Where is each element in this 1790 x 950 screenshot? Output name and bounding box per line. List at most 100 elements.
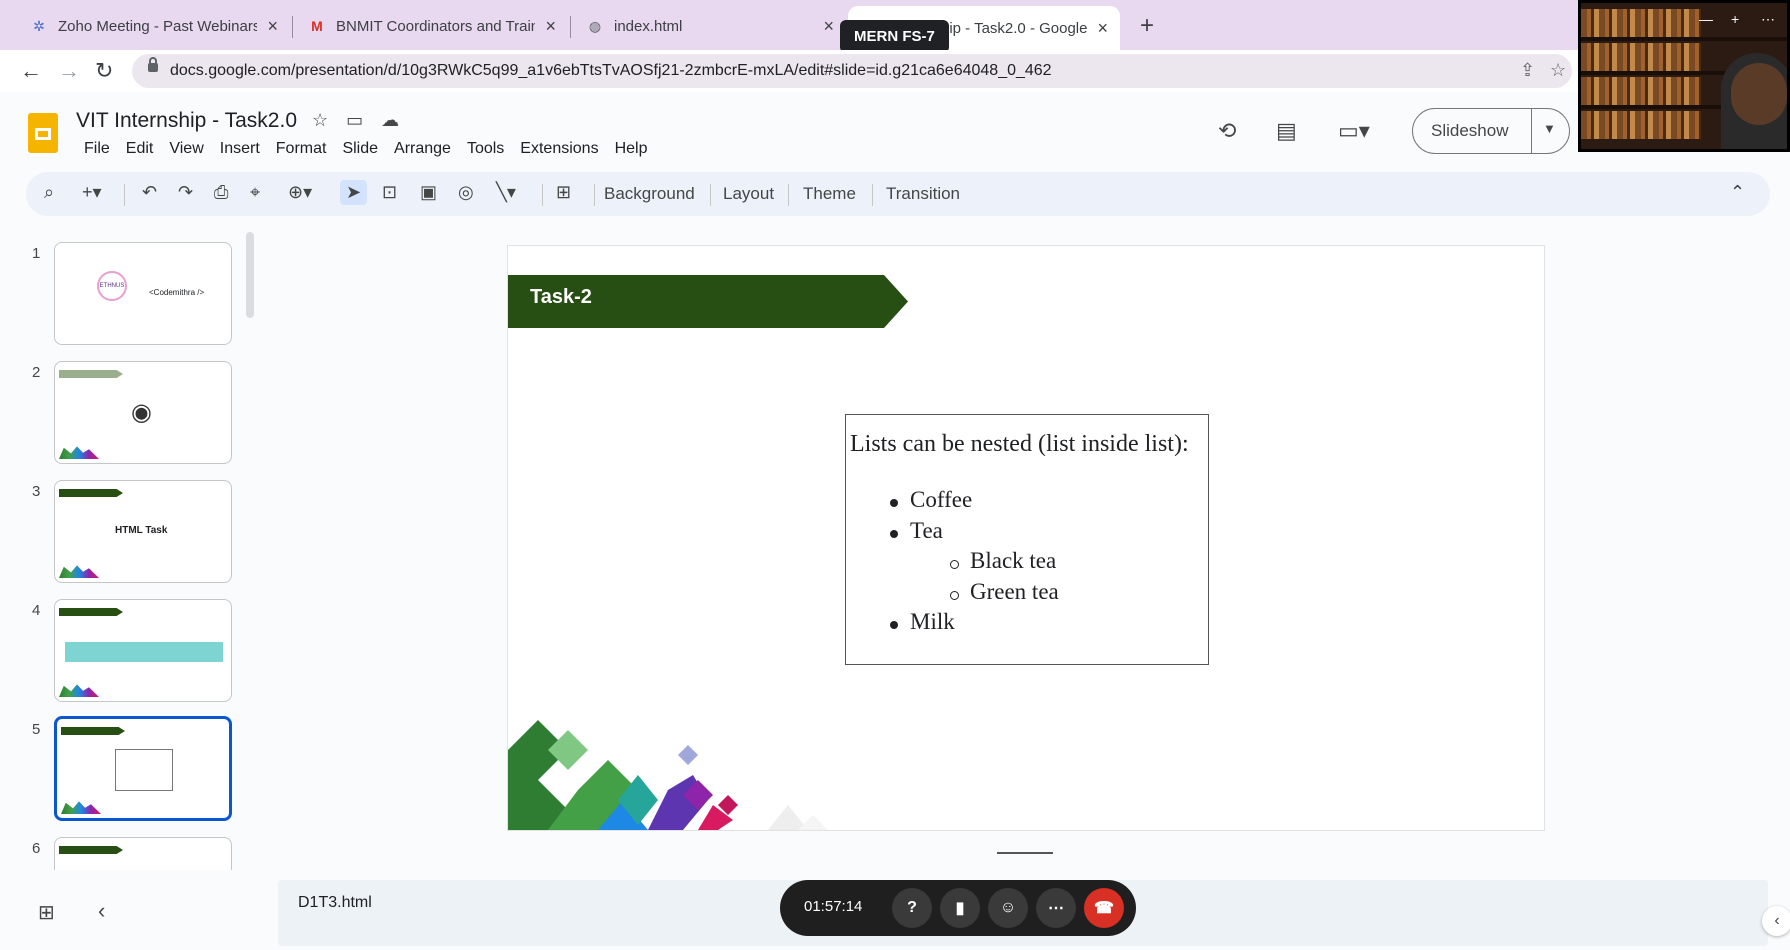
menu-insert[interactable]: Insert: [212, 138, 268, 160]
close-tab-icon[interactable]: ×: [823, 16, 834, 37]
undo-icon[interactable]: ↶: [142, 182, 157, 203]
menu-edit[interactable]: Edit: [118, 138, 162, 160]
sub-list-item: Green tea: [970, 579, 1059, 604]
menu-help[interactable]: Help: [607, 138, 656, 160]
print-icon[interactable]: ⎙: [214, 182, 228, 203]
new-tab-icon[interactable]: +: [1140, 12, 1154, 40]
zoom-icon[interactable]: ⊕▾: [288, 182, 312, 203]
slideshow-label: Slideshow: [1431, 121, 1509, 140]
forward-icon[interactable]: →: [58, 58, 80, 84]
shape-icon[interactable]: ◎: [458, 182, 474, 203]
ethnus-logo: ETHNUS: [97, 271, 127, 301]
close-tab-icon[interactable]: ×: [1097, 18, 1108, 39]
version-history-icon[interactable]: ⟲: [1218, 118, 1236, 144]
bookshelf-row: [1581, 111, 1701, 139]
slide-thumbnail-3[interactable]: HTML Task: [54, 480, 232, 583]
background-button[interactable]: Background: [604, 184, 695, 204]
participant-face: [1731, 63, 1787, 125]
hidden-slide-icon: ◉: [131, 399, 152, 426]
collapse-filmstrip-icon[interactable]: ‹: [98, 898, 105, 924]
slideshow-button[interactable]: Slideshow ▼: [1412, 108, 1570, 154]
tab-separator: [292, 16, 293, 38]
bullet-dot: [890, 499, 898, 507]
omnibox[interactable]: docs.google.com/presentation/d/10g3RWkC5…: [132, 54, 1572, 88]
slide-thumbnail-4[interactable]: [54, 599, 232, 702]
notes-resize-handle[interactable]: [997, 852, 1053, 854]
toolbar-separator: [710, 184, 711, 206]
star-icon[interactable]: ☆: [312, 110, 328, 131]
filmstrip-scrollbar[interactable]: [246, 232, 254, 318]
menu-slide[interactable]: Slide: [334, 138, 386, 160]
theme-button[interactable]: Theme: [803, 184, 856, 204]
grid-view-icon[interactable]: ⊞: [38, 900, 55, 925]
task-title[interactable]: Task-2: [530, 286, 592, 309]
help-icon[interactable]: ?: [892, 888, 932, 928]
address-bar-row: ← → ↻ docs.google.com/presentation/d/10g…: [0, 50, 1790, 92]
tab-zoho-meeting[interactable]: ✲ Zoho Meeting - Past Webinars ×: [18, 8, 290, 44]
menu-format[interactable]: Format: [268, 138, 335, 160]
image-icon[interactable]: ▣: [420, 182, 437, 203]
meet-camera-icon[interactable]: ▭▾: [1338, 118, 1370, 144]
chevron-down-icon[interactable]: ▼: [1543, 121, 1556, 136]
cloud-saved-icon[interactable]: ☁: [381, 110, 399, 131]
move-folder-icon[interactable]: ▭: [346, 110, 363, 131]
menu-extensions[interactable]: Extensions: [512, 138, 606, 160]
back-icon[interactable]: ←: [20, 58, 42, 84]
reload-icon[interactable]: ↻: [95, 58, 113, 84]
new-slide-icon[interactable]: +▾: [82, 182, 102, 203]
slideshow-divider: [1531, 109, 1532, 153]
search-menus-icon[interactable]: ⌕: [44, 182, 54, 203]
line-icon[interactable]: ╲▾: [496, 182, 516, 203]
list-item: Coffee: [910, 487, 973, 512]
paint-format-icon[interactable]: ⌖: [250, 182, 260, 203]
slide-number: 4: [32, 602, 41, 619]
slide-thumbnail-5[interactable]: [54, 716, 232, 821]
menu-view[interactable]: View: [161, 138, 211, 160]
comments-icon[interactable]: ▤: [1276, 118, 1297, 144]
url-text[interactable]: docs.google.com/presentation/d/10g3RWkC5…: [170, 62, 1052, 80]
add-comment-icon[interactable]: ⊞: [556, 182, 571, 203]
collapse-toolbar-icon[interactable]: ⌃: [1730, 182, 1745, 203]
tab-title: BNMIT Coordinators and Trainers: [336, 17, 536, 35]
slide-thumbnail-6[interactable]: [54, 837, 232, 870]
menu-arrange[interactable]: Arrange: [386, 138, 459, 160]
text-box-icon[interactable]: ⊡: [382, 182, 397, 203]
sub-list-item: Black tea: [970, 548, 1057, 573]
tab-title: Zoho Meeting - Past Webinars: [58, 17, 258, 35]
share-icon[interactable]: ⇪: [1520, 60, 1535, 81]
tab-index-html[interactable]: ◍ index.html ×: [574, 8, 846, 44]
toolbar-separator: [124, 184, 125, 206]
more-icon[interactable]: ⋯: [1761, 11, 1775, 28]
participants-icon[interactable]: ☺: [988, 888, 1028, 928]
title-actions: ☆ ▭ ☁: [312, 110, 399, 131]
slide-thumbnail-1[interactable]: ETHNUS <Codemithra />: [54, 242, 232, 345]
poll-icon[interactable]: ▮: [940, 888, 980, 928]
close-tab-icon[interactable]: ×: [267, 16, 278, 37]
side-panel-toggle-icon[interactable]: ‹: [1762, 906, 1790, 936]
layout-button[interactable]: Layout: [723, 184, 774, 204]
expand-icon[interactable]: +: [1731, 11, 1739, 27]
bookmark-star-icon[interactable]: ☆: [1550, 60, 1566, 81]
tab-gmail[interactable]: M BNMIT Coordinators and Trainers ×: [296, 8, 568, 44]
nested-list-image[interactable]: Lists can be nested (list inside list): …: [845, 414, 1209, 665]
bookshelf-row: [1581, 9, 1701, 37]
toolbar-separator: [872, 184, 873, 206]
select-cursor-icon[interactable]: ➤: [340, 180, 368, 205]
minimize-icon[interactable]: —: [1699, 11, 1713, 27]
menu-file[interactable]: File: [76, 138, 118, 160]
slides-logo-icon[interactable]: [28, 113, 58, 153]
slide-canvas[interactable]: Task-2 Lists can be nested (list inside …: [507, 245, 1545, 831]
more-options-icon[interactable]: ⋯: [1036, 888, 1076, 928]
notes-text[interactable]: D1T3.html: [298, 894, 372, 912]
participant-video[interactable]: — + ⋯: [1578, 0, 1790, 152]
document-title[interactable]: VIT Internship - Task2.0: [76, 109, 297, 133]
menu-tools[interactable]: Tools: [459, 138, 512, 160]
close-tab-icon[interactable]: ×: [545, 16, 556, 37]
transition-button[interactable]: Transition: [886, 184, 960, 204]
browser-tab-strip: ✲ Zoho Meeting - Past Webinars × M BNMIT…: [0, 0, 1790, 53]
slide-thumbnail-2[interactable]: ◉: [54, 361, 232, 464]
slide-decoration: [508, 720, 828, 830]
end-call-icon[interactable]: ☎: [1084, 888, 1124, 928]
slide-number: 5: [32, 721, 41, 738]
redo-icon[interactable]: ↷: [178, 182, 193, 203]
